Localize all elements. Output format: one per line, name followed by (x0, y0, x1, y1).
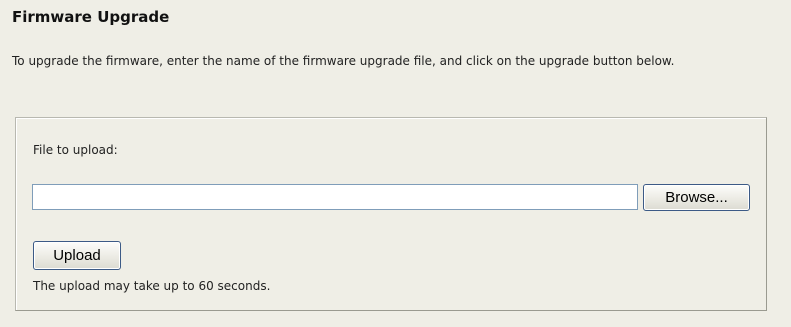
browse-button[interactable]: Browse... (643, 184, 750, 211)
upload-panel: File to upload: Browse... Upload The upl… (15, 117, 767, 311)
file-to-upload-label: File to upload: (33, 143, 118, 157)
intro-text: To upgrade the firmware, enter the name … (12, 54, 675, 68)
file-path-input[interactable] (32, 184, 638, 210)
upload-button[interactable]: Upload (33, 241, 121, 270)
page-title: Firmware Upgrade (12, 8, 170, 26)
upload-time-note: The upload may take up to 60 seconds. (33, 279, 271, 293)
